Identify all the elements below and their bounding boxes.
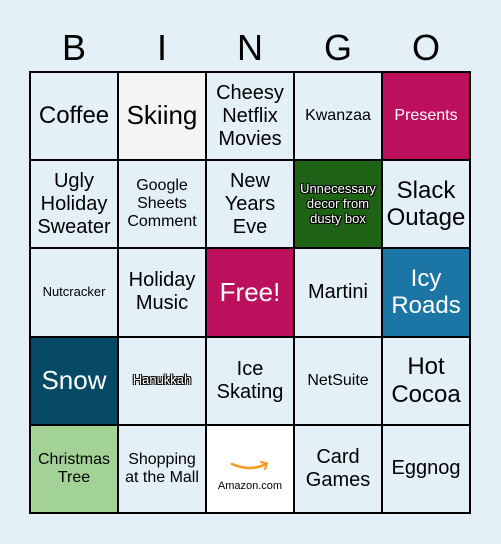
bingo-cell[interactable]: Card Games bbox=[295, 425, 381, 512]
bingo-header: B I N G O bbox=[30, 28, 470, 68]
bingo-cell[interactable]: Shopping at the Mall bbox=[119, 425, 205, 512]
bingo-cell[interactable]: Icy Roads bbox=[383, 249, 469, 336]
header-letter-b: B bbox=[61, 27, 86, 68]
cell-label: Nutcracker bbox=[42, 284, 106, 300]
bingo-cell[interactable]: Coffee bbox=[31, 73, 117, 160]
cell-label: Hanukkah bbox=[132, 372, 192, 388]
bingo-cell[interactable]: Skiing bbox=[119, 73, 205, 160]
bingo-cell[interactable]: Ice Skating bbox=[207, 337, 293, 424]
cell-label: Shopping at the Mall bbox=[125, 450, 199, 486]
bingo-cell[interactable]: Eggnog bbox=[383, 425, 469, 512]
bingo-cell[interactable]: Hanukkah bbox=[119, 337, 205, 424]
cell-label: Ice Skating bbox=[216, 357, 284, 403]
amazon-smile-icon bbox=[230, 460, 269, 470]
header-letter-n: N bbox=[237, 27, 263, 68]
bingo-cell[interactable]: Google Sheets Comment bbox=[119, 161, 205, 248]
cell-label: Christmas Tree bbox=[37, 450, 110, 486]
cell-label: Google Sheets Comment bbox=[127, 176, 197, 231]
cell-label: Martini bbox=[307, 280, 368, 303]
cell-label: Free! bbox=[219, 276, 281, 307]
bingo-cell[interactable]: Cheesy Netflix Movies bbox=[207, 73, 293, 160]
bingo-cell[interactable]: Kwanzaa bbox=[295, 73, 381, 160]
cell-label: Holiday Music bbox=[128, 269, 196, 315]
header-letter-o: O bbox=[411, 27, 440, 68]
cell-label: Amazon.com bbox=[217, 479, 283, 492]
cell-label: Card Games bbox=[305, 445, 371, 491]
bingo-cell[interactable]: Slack Outage bbox=[383, 161, 469, 248]
cell-label: Kwanzaa bbox=[305, 106, 371, 124]
cell-label: Hot Cocoa bbox=[391, 353, 461, 408]
bingo-cell[interactable]: Ugly Holiday Sweater bbox=[31, 161, 117, 248]
cell-label: NetSuite bbox=[307, 371, 369, 389]
bingo-cell[interactable]: Presents bbox=[383, 73, 469, 160]
bingo-cell[interactable]: Christmas Tree bbox=[31, 425, 117, 512]
cell-label: Presents bbox=[394, 106, 458, 124]
bingo-cell[interactable]: Snow bbox=[31, 337, 117, 424]
bingo-cell[interactable]: Amazon.com bbox=[207, 425, 293, 512]
cell-label: Icy Roads bbox=[391, 264, 461, 320]
bingo-cell[interactable]: New Years Eve bbox=[207, 161, 293, 248]
bingo-cell[interactable]: Hot Cocoa bbox=[383, 337, 469, 424]
cell-label: Skiing bbox=[126, 100, 198, 131]
cell-label: Cheesy Netflix Movies bbox=[216, 81, 284, 150]
cell-label: Snow bbox=[41, 364, 107, 395]
bingo-grid: Coffee Skiing Cheesy Netflix Movies Kwanzaa… bbox=[29, 71, 471, 514]
bingo-cell[interactable]: NetSuite bbox=[295, 337, 381, 424]
bingo-cell[interactable]: Nutcracker bbox=[31, 249, 117, 336]
bingo-cell[interactable]: Unnecessary decor from dusty box bbox=[295, 161, 381, 248]
bingo-cell[interactable]: Free! bbox=[207, 249, 293, 336]
bingo-cell[interactable]: Martini bbox=[295, 249, 381, 336]
cell-label: New Years Eve bbox=[224, 169, 276, 238]
cell-label: Slack Outage bbox=[386, 176, 466, 232]
cell-label: Coffee bbox=[38, 102, 110, 130]
cell-label: Eggnog bbox=[391, 457, 461, 480]
cell-label: Ugly Holiday Sweater bbox=[37, 169, 111, 238]
header-letter-i: I bbox=[156, 27, 167, 68]
cell-label: Unnecessary decor from dusty box bbox=[300, 180, 376, 226]
bingo-cell[interactable]: Holiday Music bbox=[119, 249, 205, 336]
header-letter-g: G bbox=[323, 27, 352, 68]
